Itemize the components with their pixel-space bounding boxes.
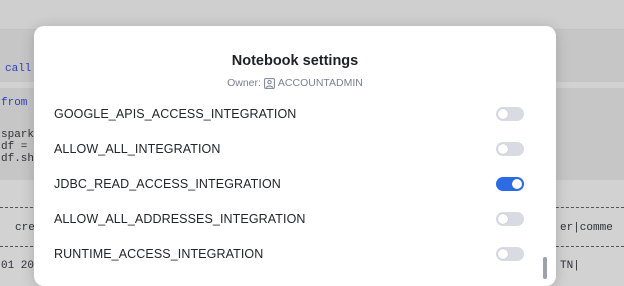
user-badge-icon: [264, 77, 275, 89]
integration-toggle[interactable]: [496, 177, 524, 191]
setting-name: JDBC_READ_ACCESS_INTEGRATION: [54, 177, 281, 191]
table-header-right: er|comme: [560, 222, 613, 234]
code-line: call: [5, 63, 32, 75]
setting-name: ALLOW_ALL_INTEGRATION: [54, 142, 221, 156]
table-cell-right: TN|: [560, 260, 580, 272]
owner-info: Owner: ACCOUNTADMIN: [34, 77, 556, 89]
code-line: from: [1, 97, 28, 109]
dialog-title: Notebook settings: [231, 53, 359, 69]
integration-toggle[interactable]: [496, 212, 524, 226]
integration-toggle[interactable]: [496, 142, 524, 156]
toggle-knob: [498, 144, 508, 154]
owner-label: Owner:: [227, 77, 261, 89]
setting-name: RUNTIME_ACCESS_INTEGRATION: [54, 247, 264, 261]
owner-name: ACCOUNTADMIN: [277, 77, 363, 89]
dialog-scrollbar[interactable]: [541, 96, 549, 286]
toggle-knob: [498, 249, 508, 259]
toggle-knob: [512, 179, 522, 189]
toggle-knob: [498, 109, 508, 119]
code-line: spark: [1, 129, 35, 141]
integration-toggle[interactable]: [496, 107, 524, 121]
table-cell-left: 01 20: [1, 260, 35, 272]
notebook-settings-dialog: Notebook settings Owner: ACCOUNTADMIN GO…: [34, 26, 556, 286]
table-header-left: cre: [15, 222, 35, 234]
setting-row-allow-all-addresses: ALLOW_ALL_ADDRESSES_INTEGRATION: [54, 207, 524, 231]
scrollbar-thumb[interactable]: [543, 257, 547, 279]
setting-name: GOOGLE_APIS_ACCESS_INTEGRATION: [54, 107, 297, 121]
setting-name: ALLOW_ALL_ADDRESSES_INTEGRATION: [54, 212, 306, 226]
setting-row-jdbc-read: JDBC_READ_ACCESS_INTEGRATION: [54, 172, 524, 196]
toggle-knob: [498, 214, 508, 224]
setting-row-allow-all: ALLOW_ALL_INTEGRATION: [54, 137, 524, 161]
setting-row-google-apis: GOOGLE_APIS_ACCESS_INTEGRATION: [54, 102, 524, 126]
integration-toggle[interactable]: [496, 247, 524, 261]
code-line: df =: [1, 141, 28, 153]
setting-row-runtime-access: RUNTIME_ACCESS_INTEGRATION: [54, 242, 524, 266]
code-line: df.sh: [1, 153, 35, 165]
